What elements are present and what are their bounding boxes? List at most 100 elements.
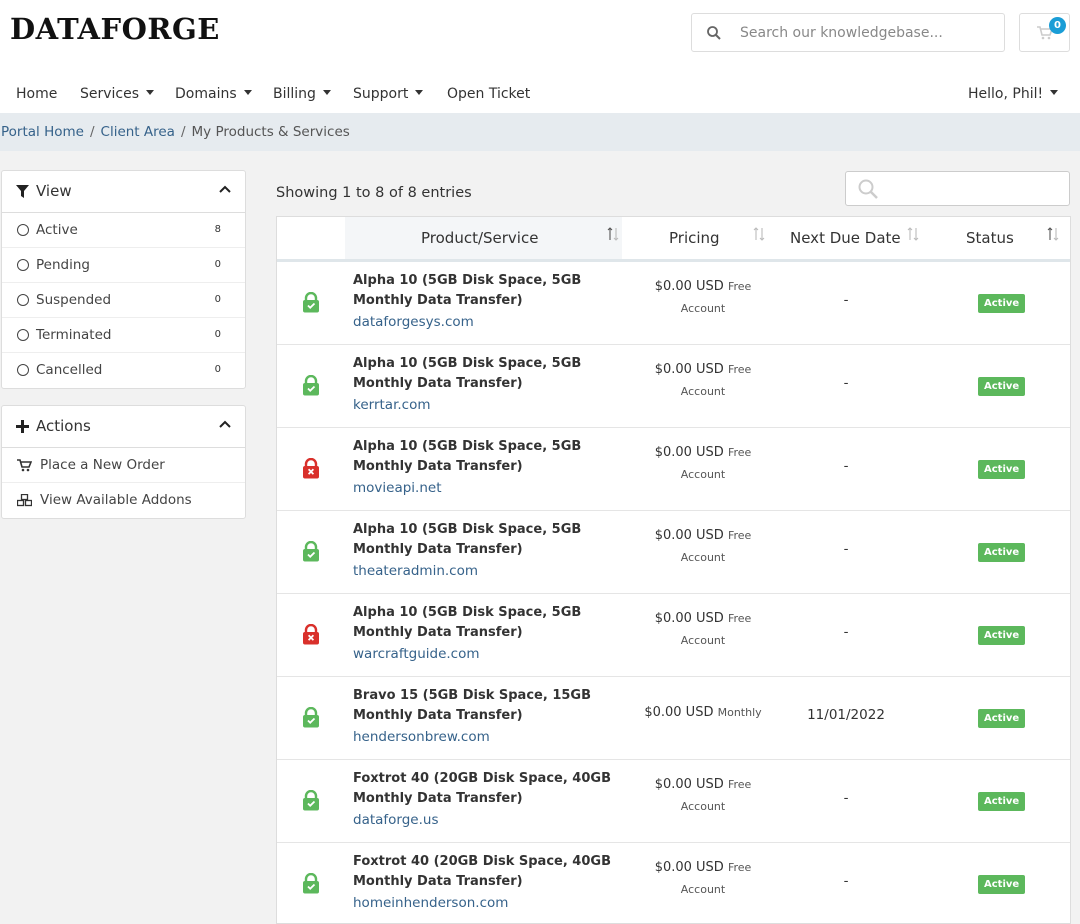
- product-name[interactable]: Alpha 10 (5GB Disk Space, 5GB Monthly Da…: [353, 437, 638, 477]
- column-header-next-due[interactable]: Next Due Date: [790, 229, 901, 247]
- billing-cycle: Free: [727, 363, 752, 376]
- nav-label: Open Ticket: [447, 86, 531, 102]
- sort-icon[interactable]: [1047, 227, 1059, 241]
- logo[interactable]: DATAFORGE: [10, 12, 220, 46]
- knowledgebase-search[interactable]: Search our knowledgebase...: [691, 13, 1005, 52]
- column-header-status[interactable]: Status: [966, 229, 1014, 247]
- breadcrumb-portal-home[interactable]: Portal Home: [1, 124, 84, 140]
- column-header-product[interactable]: Product/Service: [421, 229, 538, 247]
- next-due-date: -: [843, 292, 849, 308]
- table-row[interactable]: Alpha 10 (5GB Disk Space, 5GB Monthly Da…: [277, 428, 1070, 511]
- price-amount: $0.00 USD: [654, 611, 724, 626]
- main-nav: Home Services Domains Billing Support Op…: [0, 75, 1080, 113]
- status-badge: Active: [978, 377, 1026, 396]
- product-name[interactable]: Alpha 10 (5GB Disk Space, 5GB Monthly Da…: [353, 354, 638, 394]
- user-menu[interactable]: Hello, Phil!: [968, 86, 1059, 102]
- caret-down-icon: [322, 90, 331, 95]
- table-row[interactable]: Bravo 15 (5GB Disk Space, 15GB Monthly D…: [277, 677, 1070, 760]
- price-amount: $0.00 USD: [654, 362, 724, 377]
- table-row[interactable]: Foxtrot 40 (20GB Disk Space, 40GB Monthl…: [277, 843, 1070, 924]
- table-row[interactable]: Foxtrot 40 (20GB Disk Space, 40GB Monthl…: [277, 760, 1070, 843]
- chevron-up-icon[interactable]: [219, 420, 231, 428]
- next-due-date: -: [843, 541, 849, 557]
- table-row[interactable]: Alpha 10 (5GB Disk Space, 5GB Monthly Da…: [277, 345, 1070, 428]
- table-search-input[interactable]: [845, 171, 1070, 206]
- action-label: View Available Addons: [40, 492, 192, 508]
- filter-label: Cancelled: [36, 362, 103, 378]
- service-domain-link[interactable]: theateradmin.com: [353, 563, 478, 579]
- ssl-valid-lock-icon: [303, 873, 319, 894]
- ssl-valid-lock-icon: [303, 707, 319, 728]
- action-place-new-order[interactable]: Place a New Order: [2, 448, 245, 483]
- price-amount: $0.00 USD: [654, 860, 724, 875]
- actions-panel-header[interactable]: Actions: [2, 406, 245, 448]
- view-panel-header[interactable]: View: [2, 171, 245, 213]
- caret-down-icon: [1050, 90, 1059, 95]
- sort-icon[interactable]: [907, 227, 919, 241]
- nav-billing[interactable]: Billing: [273, 86, 331, 102]
- service-domain-link[interactable]: kerrtar.com: [353, 397, 431, 413]
- nav-open-ticket[interactable]: Open Ticket: [447, 86, 530, 102]
- caret-down-icon: [243, 90, 252, 95]
- breadcrumb: Portal Home / Client Area / My Products & Se…: [1, 124, 350, 140]
- product-name[interactable]: Bravo 15 (5GB Disk Space, 15GB Monthly D…: [353, 686, 638, 726]
- radio-icon: [17, 329, 29, 341]
- product-name[interactable]: Alpha 10 (5GB Disk Space, 5GB Monthly Da…: [353, 271, 638, 311]
- table-row[interactable]: Alpha 10 (5GB Disk Space, 5GB Monthly Da…: [277, 594, 1070, 677]
- nav-label: Billing: [273, 86, 316, 102]
- nav-services[interactable]: Services: [80, 86, 155, 102]
- table-header: Product/Service Pricing Next Due Date St…: [277, 217, 1070, 262]
- pricing-cell: $0.00 USD Free Account: [635, 276, 771, 320]
- billing-cycle: Account: [680, 385, 726, 398]
- filter-terminated[interactable]: Terminated 0: [2, 318, 245, 353]
- service-domain-link[interactable]: hendersonbrew.com: [353, 729, 490, 745]
- service-domain-link[interactable]: dataforgesys.com: [353, 314, 474, 330]
- next-due-date: -: [843, 624, 849, 640]
- billing-cycle: Free: [727, 446, 752, 459]
- status-badge: Active: [978, 294, 1026, 313]
- status-badge: Active: [978, 626, 1026, 645]
- chevron-up-icon[interactable]: [219, 185, 231, 193]
- product-name[interactable]: Alpha 10 (5GB Disk Space, 5GB Monthly Da…: [353, 520, 638, 560]
- service-domain-link[interactable]: warcraftguide.com: [353, 646, 480, 662]
- table-row[interactable]: Alpha 10 (5GB Disk Space, 5GB Monthly Da…: [277, 511, 1070, 594]
- sort-icon[interactable]: [607, 227, 619, 241]
- status-badge: Active: [978, 709, 1026, 728]
- product-name[interactable]: Foxtrot 40 (20GB Disk Space, 40GB Monthl…: [353, 852, 638, 892]
- nav-domains[interactable]: Domains: [175, 86, 252, 102]
- price-amount: $0.00 USD: [654, 279, 724, 294]
- filter-pending[interactable]: Pending 0: [2, 248, 245, 283]
- service-domain-link[interactable]: homeinhenderson.com: [353, 895, 508, 911]
- product-name[interactable]: Alpha 10 (5GB Disk Space, 5GB Monthly Da…: [353, 603, 638, 643]
- pricing-cell: $0.00 USD Free Account: [635, 359, 771, 403]
- breadcrumb-current: My Products & Services: [191, 124, 350, 140]
- status-badge: Active: [978, 460, 1026, 479]
- price-amount: $0.00 USD: [654, 777, 724, 792]
- service-domain-link[interactable]: movieapi.net: [353, 480, 442, 496]
- filter-label: Pending: [36, 257, 90, 273]
- breadcrumb-client-area[interactable]: Client Area: [101, 124, 175, 140]
- nav-support[interactable]: Support: [353, 86, 424, 102]
- radio-icon: [17, 224, 29, 236]
- filter-label: Active: [36, 222, 78, 238]
- next-due-date: -: [843, 873, 849, 889]
- status-badge: Active: [978, 875, 1026, 894]
- cubes-icon: [17, 493, 32, 506]
- filter-cancelled[interactable]: Cancelled 0: [2, 353, 245, 388]
- column-header-pricing[interactable]: Pricing: [669, 229, 720, 247]
- pricing-cell: $0.00 USD Free Account: [635, 525, 771, 569]
- cart-button[interactable]: 0: [1019, 13, 1070, 52]
- filter-suspended[interactable]: Suspended 0: [2, 283, 245, 318]
- product-name[interactable]: Foxtrot 40 (20GB Disk Space, 40GB Monthl…: [353, 769, 638, 809]
- price-amount: $0.00 USD: [654, 445, 724, 460]
- table-row[interactable]: Alpha 10 (5GB Disk Space, 5GB Monthly Da…: [277, 262, 1070, 345]
- action-view-addons[interactable]: View Available Addons: [2, 483, 245, 518]
- price-amount: $0.00 USD: [644, 705, 714, 720]
- filter-active[interactable]: Active 8: [2, 213, 245, 248]
- radio-icon: [17, 364, 29, 376]
- nav-home[interactable]: Home: [16, 86, 57, 102]
- view-panel: View Active 8 Pending 0 Suspended 0 Termina…: [1, 170, 246, 389]
- service-domain-link[interactable]: dataforge.us: [353, 812, 439, 828]
- sort-icon[interactable]: [753, 227, 765, 241]
- billing-cycle: Account: [680, 634, 726, 647]
